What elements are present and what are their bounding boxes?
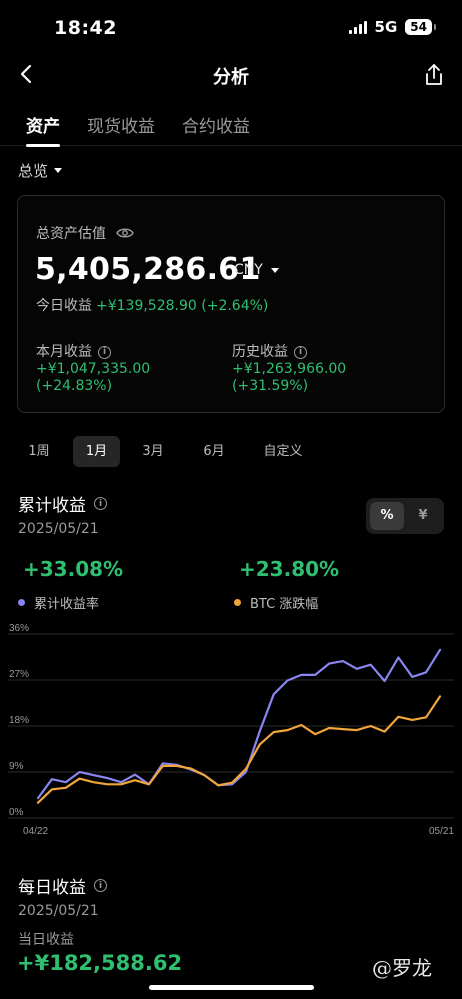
tab-bar: 资产 现货收益 合约收益: [0, 108, 462, 147]
legend-return-label: 累计收益率: [34, 597, 100, 612]
status-indicators: 5G 54: [348, 18, 436, 36]
total-assets-amount: 5,405,286.61: [35, 252, 261, 287]
overview-dropdown[interactable]: 总览: [18, 160, 63, 181]
x-tick-label-end: 05/21: [429, 826, 454, 837]
period-6m[interactable]: 6月: [192, 436, 236, 467]
eye-icon[interactable]: [116, 227, 134, 239]
period-1m[interactable]: 1月: [73, 436, 120, 467]
month-earnings-pct: (+24.83%): [36, 378, 113, 394]
period-3m[interactable]: 3月: [131, 436, 175, 467]
legend-btc: BTC 涨跌幅: [234, 593, 318, 612]
period-selector: 1周 1月 3月 6月 自定义: [17, 436, 447, 468]
info-icon[interactable]: i: [94, 879, 107, 892]
caret-down-icon: [54, 168, 63, 173]
legend-btc-label: BTC 涨跌幅: [250, 597, 319, 612]
cumulative-earnings-chart[interactable]: 0% 9% 18% 27% 36% 04/22 05/21: [0, 622, 462, 844]
history-earnings: 历史收益 i +¥1,263,966.00 (+31.59%): [232, 344, 346, 395]
daily-date: 2025/05/21: [18, 903, 99, 919]
watermark: @罗龙: [372, 956, 432, 980]
overview-dropdown-label: 总览: [18, 162, 49, 180]
month-earnings-value: +¥1,047,335.00: [36, 361, 151, 377]
status-bar: 18:42 5G 54: [0, 0, 462, 56]
battery-icon: 54: [405, 19, 436, 35]
info-icon[interactable]: i: [94, 497, 107, 510]
network-type: 5G: [374, 18, 398, 36]
legend-return: 累计收益率: [18, 593, 99, 612]
cumulative-return-value: +33.08%: [23, 557, 124, 581]
y-tick-label: 36%: [9, 623, 29, 634]
tab-spot-earnings[interactable]: 现货收益: [87, 112, 155, 137]
y-tick-label: 9%: [9, 761, 24, 772]
info-icon[interactable]: i: [294, 346, 307, 359]
tab-indicator: [26, 144, 60, 147]
y-tick-label: 27%: [9, 669, 29, 680]
today-earnings-value: +¥139,528.90 (+2.64%): [96, 298, 269, 314]
cellular-signal-icon: [348, 20, 367, 34]
tab-assets[interactable]: 资产: [26, 112, 60, 137]
unit-toggle: % ¥: [366, 498, 444, 534]
period-1w[interactable]: 1周: [17, 436, 61, 467]
daily-earnings-label: 当日收益: [18, 932, 74, 948]
y-tick-label: 0%: [9, 807, 24, 818]
legend-dot-btc: [234, 599, 241, 606]
toggle-yuan[interactable]: ¥: [406, 502, 440, 530]
currency-selector[interactable]: CNY: [234, 262, 279, 278]
currency-label: CNY: [234, 262, 263, 278]
history-earnings-label: 历史收益: [232, 344, 288, 360]
status-time: 18:42: [54, 17, 117, 39]
x-tick-label-start: 04/22: [23, 826, 48, 837]
daily-title-row: 每日收益 i: [18, 873, 107, 898]
toggle-percent[interactable]: %: [370, 502, 404, 530]
today-earnings-row: 今日收益 +¥139,528.90 (+2.64%): [36, 295, 268, 315]
legend-dot-return: [18, 599, 25, 606]
tab-contract-earnings[interactable]: 合约收益: [182, 112, 250, 137]
page-title: 分析: [213, 67, 249, 88]
month-earnings: 本月收益 i +¥1,047,335.00 (+24.83%): [36, 344, 150, 395]
cumulative-title-row: 累计收益 i: [18, 491, 107, 516]
today-earnings-label: 今日收益: [36, 298, 92, 314]
series-line-btc: [36, 695, 442, 804]
btc-change-value: +23.80%: [239, 557, 340, 581]
history-earnings-pct: (+31.59%): [232, 378, 309, 394]
share-icon[interactable]: [422, 62, 446, 88]
home-indicator[interactable]: [149, 985, 314, 990]
daily-earnings-value: +¥182,588.62: [17, 951, 183, 975]
daily-title: 每日收益: [18, 878, 86, 898]
period-custom[interactable]: 自定义: [253, 436, 313, 467]
total-assets-label: 总资产估值: [36, 226, 106, 242]
caret-down-icon: [270, 267, 279, 273]
nav-bar: 分析: [0, 56, 462, 96]
asset-summary-card: 总资产估值 5,405,286.61 CNY 今日收益 +¥139,528.90 …: [17, 195, 445, 413]
y-tick-label: 18%: [9, 715, 29, 726]
total-assets-label-row: 总资产估值: [36, 223, 134, 243]
cumulative-date: 2025/05/21: [18, 521, 99, 537]
cumulative-title: 累计收益: [18, 496, 86, 516]
info-icon[interactable]: i: [98, 346, 111, 359]
month-earnings-label: 本月收益: [36, 344, 92, 360]
history-earnings-value: +¥1,263,966.00: [232, 361, 347, 377]
